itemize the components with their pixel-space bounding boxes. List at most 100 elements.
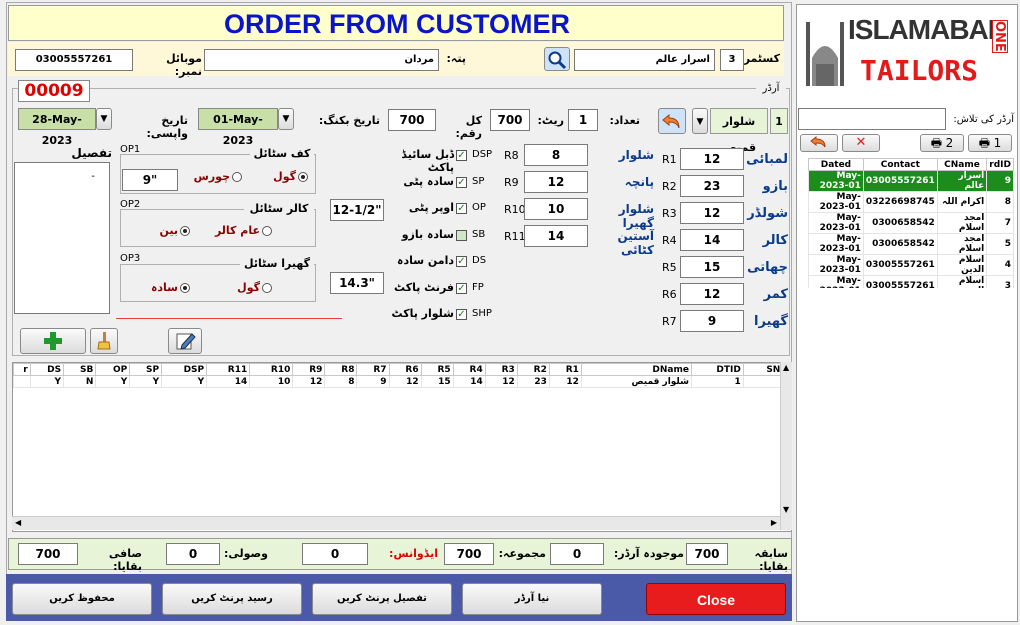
list-cell: اسلام الدین <box>936 254 988 276</box>
back-button[interactable] <box>800 134 838 152</box>
op3-value-field[interactable]: 14.3" <box>330 272 384 294</box>
chevron-down-icon: ▼ <box>282 114 290 124</box>
op2-radio-normal[interactable] <box>262 226 272 236</box>
check-label-ds: دامن سادہ <box>397 254 454 267</box>
close-button[interactable]: Close <box>646 583 786 615</box>
measure-field-r9[interactable]: 12 <box>524 171 588 193</box>
check-op[interactable]: ✓ <box>456 203 467 214</box>
list-cell: اسرار عالم <box>936 170 988 192</box>
check-sb[interactable] <box>456 229 467 241</box>
grid-header-12: R5 <box>420 363 454 376</box>
grid-cell: 12 <box>548 375 582 388</box>
measure-field-r7[interactable]: 9 <box>680 310 744 332</box>
grid-header-17: DName <box>580 363 692 376</box>
check-dsp[interactable]: ✓ <box>456 150 467 161</box>
undo-icon <box>810 135 826 148</box>
table-row[interactable]: YNYYY14101289121514122312شلوار قمیص11 <box>13 375 791 388</box>
customer-id-field[interactable]: 3 <box>720 49 744 71</box>
check-fp[interactable]: ✓ <box>456 282 467 294</box>
measure-field-r1[interactable]: 12 <box>680 148 744 170</box>
op2-choice-normal: عام کالر <box>214 224 260 237</box>
list-item[interactable]: May-2023-01 03226698745 اکرام اللہ 8 <box>808 191 1014 213</box>
op2-value-field[interactable]: 12-1/2" <box>330 199 384 221</box>
search-customer-button[interactable] <box>544 47 570 71</box>
grid-vertical-scrollbar[interactable]: ▲ ▼ <box>780 362 792 530</box>
rate-field[interactable]: 700 <box>490 109 530 131</box>
edit-button[interactable] <box>168 328 202 354</box>
check-shp[interactable]: ✓ <box>456 309 467 320</box>
list-cell: 0300658542 <box>862 212 938 234</box>
dress-type-dropdown[interactable]: ▼ <box>692 108 708 134</box>
op1-radio-square[interactable] <box>232 172 242 182</box>
list-header-rdid[interactable]: rdID <box>986 158 1014 171</box>
current-order-field[interactable]: 0 <box>550 543 604 565</box>
list-header-contact[interactable]: Contact <box>862 158 938 171</box>
measure-code-r11: R11 <box>504 230 526 243</box>
dress-type-select[interactable]: شلوار قمیص <box>710 108 768 154</box>
previous-balance-field[interactable]: 700 <box>686 543 728 565</box>
qty-field[interactable]: 1 <box>568 109 598 131</box>
received-field[interactable]: 0 <box>166 543 220 565</box>
list-item[interactable]: May-2023-01 0300658542 امجد اسلام 7 <box>808 212 1014 234</box>
booking-date-dropdown[interactable]: ▼ <box>278 108 294 130</box>
grid-horizontal-scrollbar[interactable]: ◀ ▶ <box>12 516 780 530</box>
return-date-dropdown[interactable]: ▼ <box>96 108 112 130</box>
total-field[interactable]: 700 <box>388 109 436 131</box>
list-item[interactable]: May-2023-01 0300658542 امجد اسلام 5 <box>808 233 1014 255</box>
measure-field-r4[interactable]: 14 <box>680 229 744 251</box>
printer-icon: 🖶 <box>978 136 991 150</box>
logo-subtext: TAILORS <box>860 54 979 87</box>
measure-field-r3[interactable]: 12 <box>680 202 744 224</box>
return-date-field[interactable]: 28-May-2023 <box>18 108 96 147</box>
list-header-dated[interactable]: Dated <box>808 158 864 171</box>
measure-field-r10[interactable]: 10 <box>524 198 588 220</box>
logo: ISLAMABAD TAILORS ONE <box>800 8 1014 98</box>
booking-date-field[interactable]: 01-May-2023 <box>198 108 278 147</box>
details-textarea[interactable]: - <box>14 162 110 314</box>
edit-icon <box>176 333 196 350</box>
check-ds[interactable]: ✓ <box>456 256 467 267</box>
mobile-field[interactable]: 03005557261 <box>15 49 133 71</box>
save-button[interactable]: محفوظ کریں <box>12 583 152 615</box>
check-label-shp: شلوار پاکٹ <box>391 307 454 320</box>
measure-field-r8[interactable]: 8 <box>524 144 588 166</box>
print-1-button[interactable]: 🖶 1 <box>968 134 1012 152</box>
op3-radio-round[interactable] <box>262 283 272 293</box>
list-cell: 0300658542 <box>862 233 938 255</box>
measure-field-r6[interactable]: 12 <box>680 283 744 305</box>
op3-radio-plain[interactable] <box>180 283 190 293</box>
check-icon: ✓ <box>457 176 466 188</box>
op1-value-field[interactable]: 9" <box>122 169 178 191</box>
list-item[interactable]: May-2023-01 03005557261 اسرار عالم 9 <box>808 170 1014 192</box>
sum-field[interactable]: 700 <box>444 543 494 565</box>
add-button[interactable] <box>20 328 86 354</box>
undo-button[interactable] <box>658 108 686 134</box>
op2-radio-ban[interactable] <box>180 226 190 236</box>
new-order-button[interactable]: نیا آرڈر <box>462 583 602 615</box>
customer-name-field[interactable]: اسرار عالم <box>574 49 715 71</box>
print-receipt-button[interactable]: رسید پرنٹ کریں <box>162 583 302 615</box>
list-header-cname[interactable]: CName <box>936 158 988 171</box>
net-balance-field[interactable]: 700 <box>18 543 78 565</box>
check-code-op: OP <box>472 202 486 213</box>
list-item[interactable]: May-2023-0103005557261اسلام الدین3 <box>808 275 1014 288</box>
delete-button[interactable]: ✕ <box>842 134 880 152</box>
measure-field-r5[interactable]: 15 <box>680 256 744 278</box>
title-bar: ORDER FROM CUSTOMER <box>8 5 784 41</box>
list-cell: May-2023-01 <box>808 233 864 255</box>
op1-radio-round[interactable] <box>298 172 308 182</box>
address-field[interactable]: مردان <box>204 49 439 71</box>
measure-field-r2[interactable]: 23 <box>680 175 744 197</box>
print-details-button[interactable]: تفصیل پرنٹ کریں <box>312 583 452 615</box>
check-sp[interactable]: ✓ <box>456 176 467 188</box>
measure-field-r11[interactable]: 14 <box>524 225 588 247</box>
list-item[interactable]: May-2023-01 03005557261 اسلام الدین 4 <box>808 254 1014 276</box>
order-search-input[interactable] <box>798 108 946 130</box>
advance-field[interactable]: 0 <box>302 543 368 565</box>
clear-button[interactable] <box>90 328 118 354</box>
print-2-button[interactable]: 🖶 2 <box>920 134 964 152</box>
grid-header-14: R3 <box>484 363 518 376</box>
grid-cell: 9 <box>356 375 390 388</box>
measure-code-r8: R8 <box>504 149 519 162</box>
mobile-label: موبائل نمبر: <box>166 52 202 78</box>
